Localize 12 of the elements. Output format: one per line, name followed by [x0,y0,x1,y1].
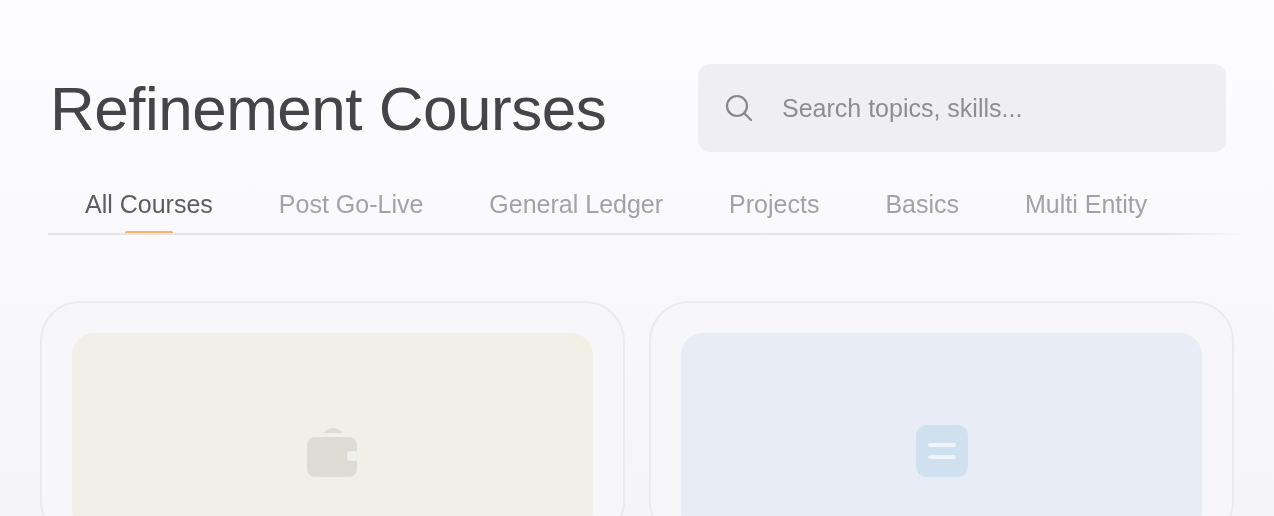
category-tab[interactable]: All Courses [85,190,213,233]
search-field[interactable]: Search topics, skills... [698,64,1226,152]
category-tab[interactable]: Post Go-Live [278,190,424,233]
category-tab[interactable]: Multi Entity [1025,190,1148,233]
document-icon [913,423,970,479]
page-title: Refinement Courses [50,72,607,144]
category-tab[interactable]: Basics [885,190,960,233]
course-card[interactable] [649,301,1234,516]
category-tab[interactable]: Projects [729,190,820,233]
course-card[interactable] [40,301,625,516]
category-tab[interactable]: General Ledger [489,190,664,233]
search-icon [724,93,754,123]
